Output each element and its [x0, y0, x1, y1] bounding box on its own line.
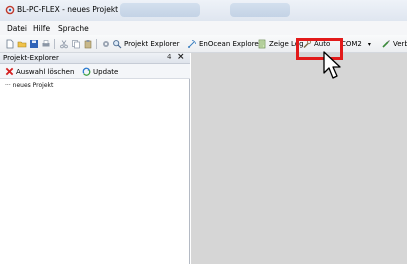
- magnifier-icon: [113, 40, 122, 49]
- print-button[interactable]: [41, 38, 51, 50]
- update-label: Update: [93, 67, 119, 76]
- auswahl-loeschen-label: Auswahl löschen: [16, 67, 75, 76]
- antenna-icon: [188, 40, 196, 48]
- com-port-value: COM2: [341, 40, 362, 48]
- toolbar: Projekt Explorer EnOcean Explorer Zeige …: [0, 35, 407, 53]
- blurred-region: [230, 3, 290, 17]
- red-x-icon: [5, 67, 14, 76]
- projekt-explorer-label: Projekt Explorer: [124, 40, 180, 48]
- open-button[interactable]: [17, 38, 27, 50]
- copy-button[interactable]: [71, 38, 81, 50]
- window-title: BL-PC-FLEX - neues Projekt: [17, 5, 119, 14]
- settings-button[interactable]: [101, 38, 111, 50]
- projekt-explorer-button[interactable]: Projekt Explorer: [112, 38, 180, 50]
- menu-datei[interactable]: Datei: [7, 24, 27, 33]
- panel-toolbar: Auswahl löschen Update: [0, 64, 190, 79]
- panel-title: Projekt-Explorer: [3, 54, 59, 62]
- save-button[interactable]: [29, 38, 39, 50]
- menu-bar: Datei Hilfe Sprache: [0, 21, 407, 35]
- blurred-region: [120, 3, 200, 17]
- pin-icon[interactable]: 4: [167, 53, 171, 61]
- paste-button[interactable]: [83, 38, 93, 50]
- verbinden-label: Verb: [393, 40, 407, 48]
- save-icon: [30, 40, 38, 48]
- verbinden-button[interactable]: Verb: [381, 38, 407, 50]
- refresh-icon: [82, 67, 91, 76]
- title-bar: BL-PC-FLEX - neues Projekt: [0, 0, 407, 21]
- folder-open-icon: [17, 41, 27, 48]
- workspace-area: [191, 53, 407, 264]
- project-tree: ··· neues Projekt: [0, 79, 189, 264]
- panel-header: Projekt-Explorer 4 ×: [0, 52, 190, 64]
- print-icon: [42, 40, 50, 47]
- toolbar-separator: [96, 39, 97, 49]
- auswahl-loeschen-button[interactable]: Auswahl löschen: [5, 66, 74, 77]
- copy-icon: [72, 40, 80, 49]
- app-icon: [5, 5, 15, 15]
- new-file-icon: [6, 39, 14, 49]
- enocean-explorer-button[interactable]: EnOcean Explorer: [187, 38, 262, 50]
- log-icon: [258, 39, 266, 49]
- cut-button[interactable]: [59, 38, 69, 50]
- new-file-button[interactable]: [5, 38, 15, 50]
- mouse-cursor-icon: [323, 51, 341, 79]
- plug-icon: [382, 40, 390, 48]
- enocean-explorer-label: EnOcean Explorer: [199, 40, 262, 48]
- tree-node-label: neues Projekt: [12, 82, 54, 89]
- paste-icon: [84, 40, 92, 49]
- toolbar-separator: [54, 39, 55, 49]
- update-button[interactable]: Update: [82, 66, 118, 77]
- gear-icon: [103, 41, 109, 47]
- tree-node-root[interactable]: ··· neues Projekt: [5, 82, 53, 89]
- menu-sprache[interactable]: Sprache: [58, 24, 89, 33]
- com-port-dropdown[interactable]: COM2 ▾: [341, 38, 371, 50]
- menu-hilfe[interactable]: Hilfe: [33, 24, 50, 33]
- chevron-down-icon: ▾: [367, 40, 371, 48]
- close-icon[interactable]: ×: [177, 52, 185, 62]
- projekt-explorer-panel: Projekt-Explorer 4 × Auswahl löschen Upd…: [0, 52, 190, 264]
- scissors-icon: [60, 40, 68, 49]
